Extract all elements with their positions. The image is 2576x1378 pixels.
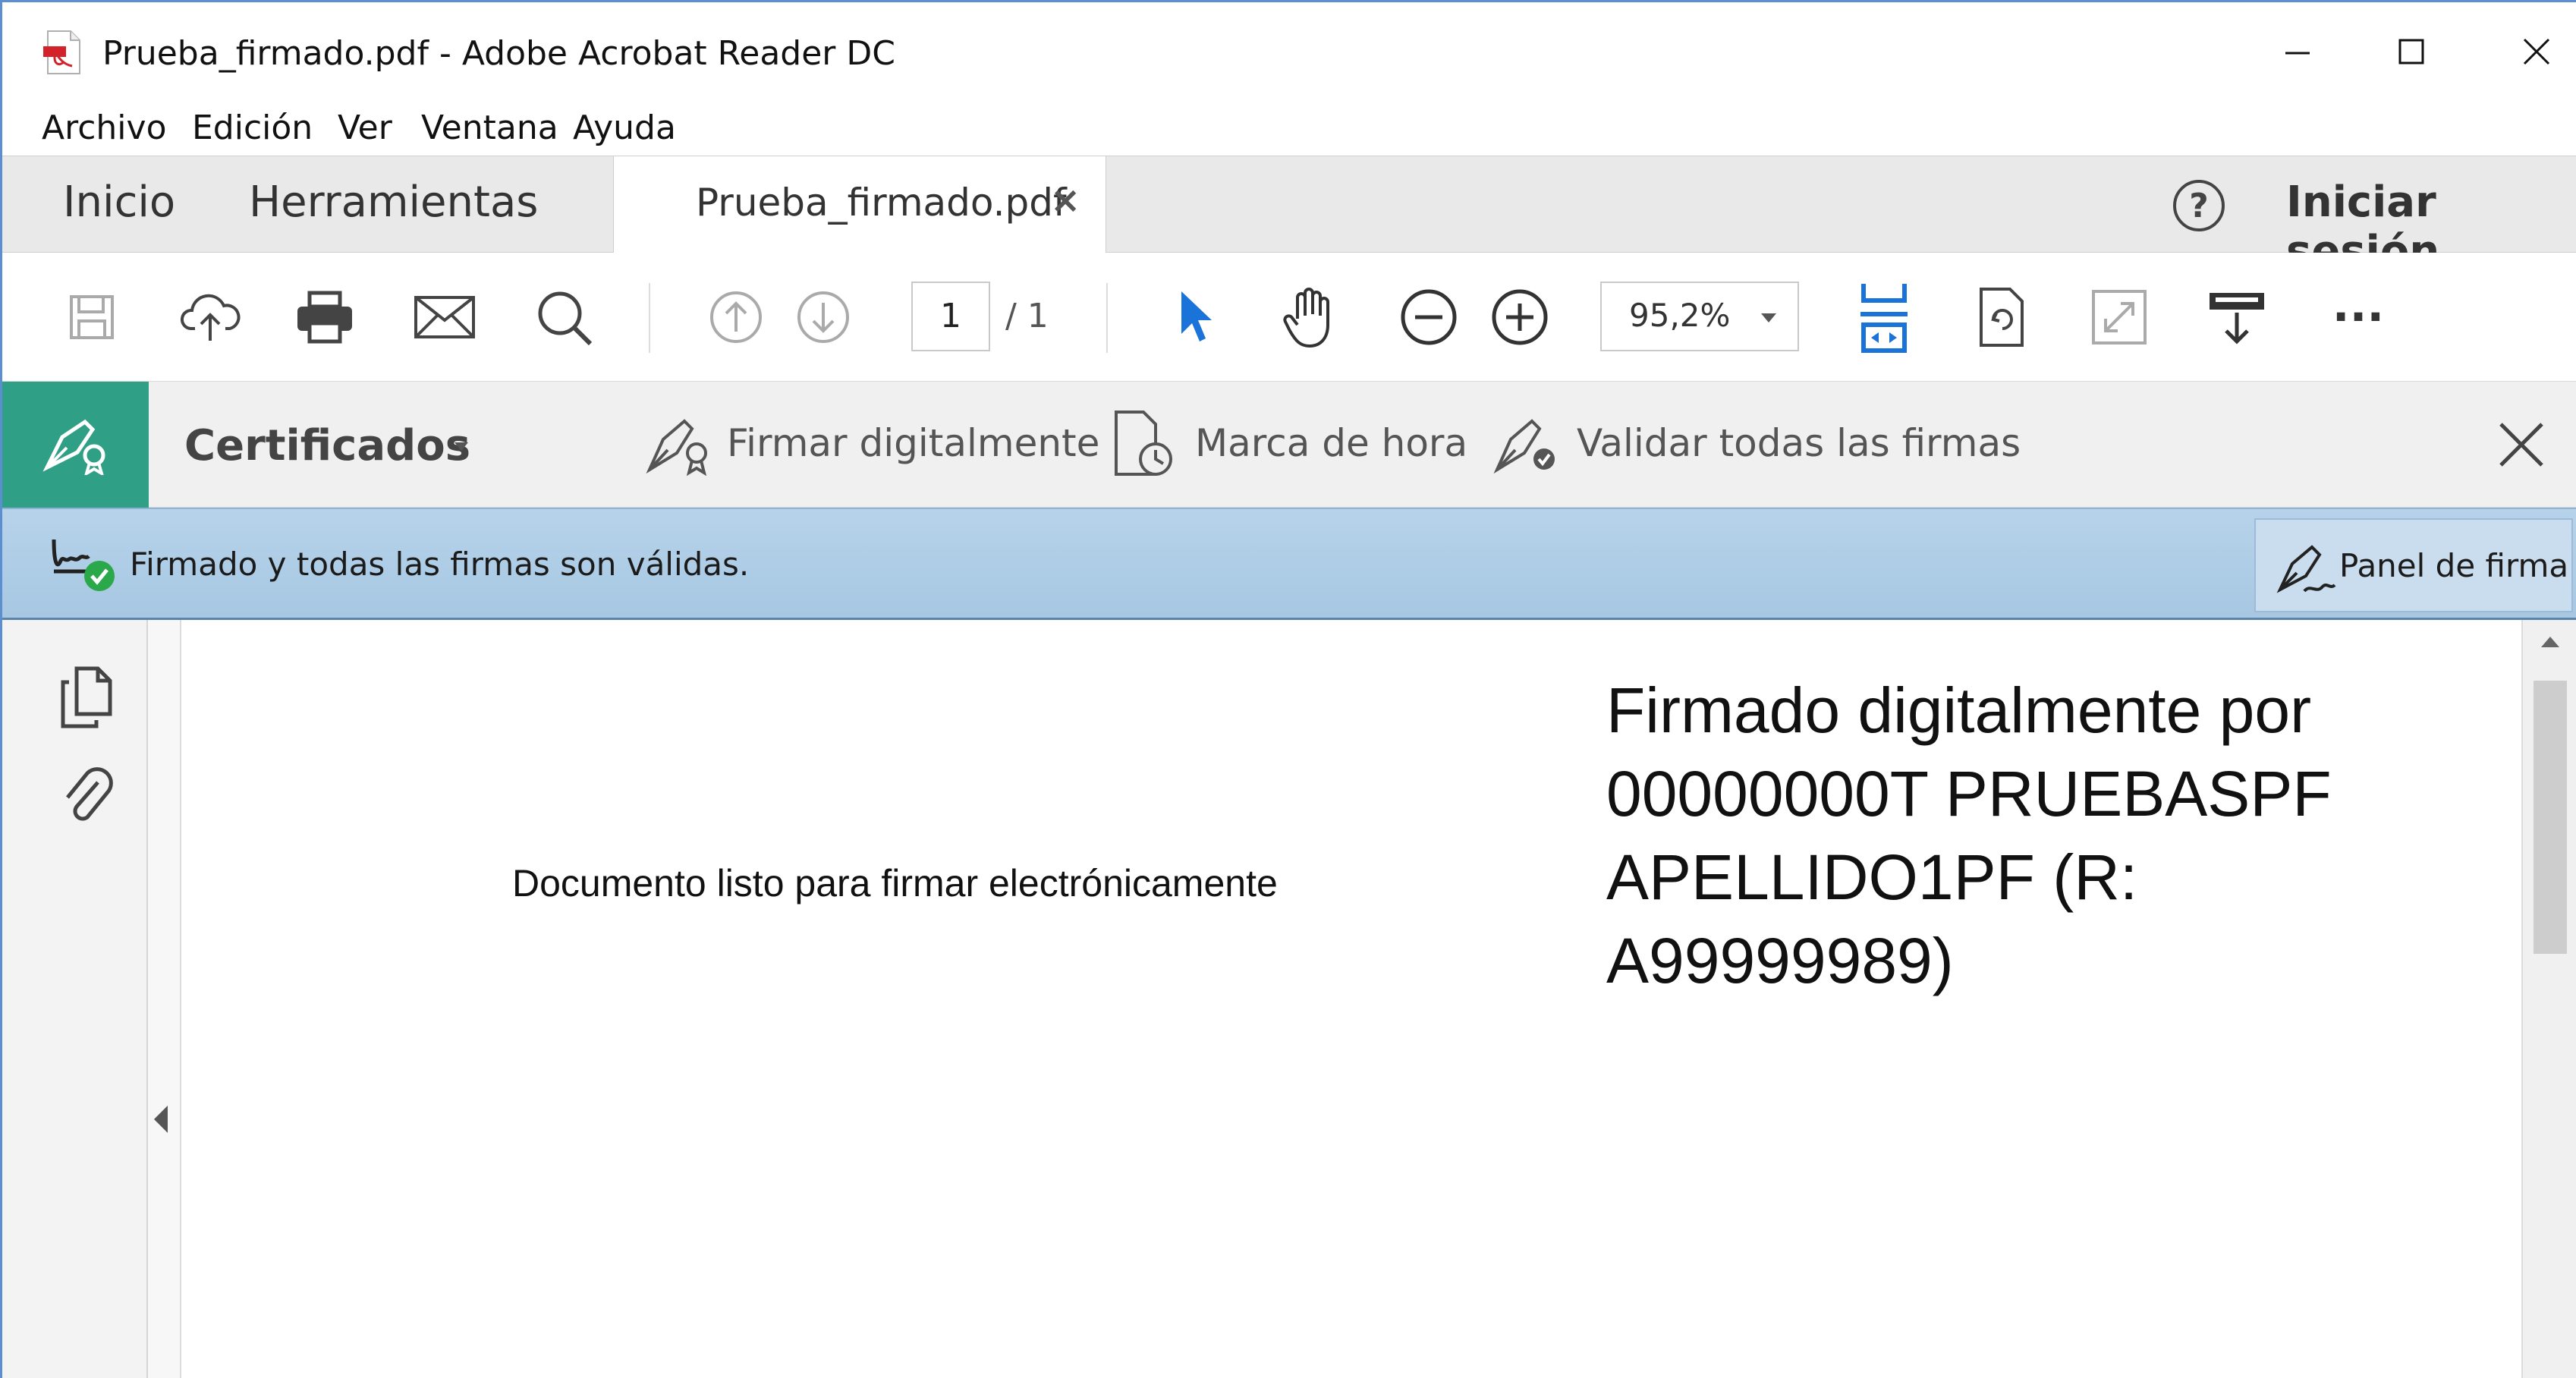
upload-button[interactable] — [177, 253, 245, 382]
signature-line: APELLIDO1PF (R: — [1606, 842, 2138, 913]
previous-page-icon — [710, 291, 762, 343]
close-window-button[interactable] — [2499, 25, 2574, 78]
certificate-pen-icon — [42, 419, 105, 475]
rotate-view-button[interactable] — [1967, 253, 2036, 382]
tab-document[interactable]: Prueba_firmado.pdf × — [613, 156, 1106, 253]
email-button[interactable] — [408, 253, 480, 382]
help-icon[interactable]: ? — [2171, 178, 2227, 234]
signature-status-bar: Firmado y todas las firmas son válidas. … — [2, 508, 2576, 620]
scrollbar-thumb[interactable] — [2534, 681, 2567, 954]
sign-digitally-button[interactable]: Firmar digitalmente — [727, 421, 1099, 465]
next-page-button[interactable] — [791, 253, 855, 382]
signature-panel-label: Panel de firma — [2339, 547, 2569, 584]
main-toolbar: 1 / 1 95,2% ··· — [2, 253, 2576, 382]
signature-panel-button[interactable]: Panel de firma — [2254, 518, 2573, 612]
tab-inicio[interactable]: Inicio — [63, 178, 175, 227]
window-title: Prueba_firmado.pdf - Adobe Acrobat Reade… — [102, 34, 895, 73]
tab-herramientas[interactable]: Herramientas — [249, 178, 538, 227]
full-screen-icon — [2092, 290, 2147, 344]
search-button[interactable] — [530, 253, 598, 382]
acrobat-window: Prueba_firmado.pdf - Adobe Acrobat Reade… — [0, 0, 2576, 1378]
page-number-input[interactable]: 1 — [911, 282, 990, 351]
fit-page-button[interactable] — [1850, 253, 1918, 382]
page-thumbnails-icon[interactable] — [58, 665, 116, 729]
save-button[interactable] — [61, 253, 122, 382]
read-mode-button[interactable] — [2203, 253, 2271, 382]
zoom-in-button[interactable] — [1486, 253, 1554, 382]
menu-ayuda[interactable]: Ayuda — [573, 109, 676, 147]
hand-tool-icon — [1283, 288, 1329, 348]
signature-line: 00000000T PRUEBASPF — [1606, 758, 2332, 829]
minimize-button[interactable] — [2260, 25, 2335, 78]
vertical-scrollbar[interactable] — [2521, 620, 2576, 1378]
signature-line: Firmado digitalmente por — [1606, 675, 2312, 746]
toolbar-separator — [1106, 283, 1108, 353]
select-tool-button[interactable] — [1167, 253, 1222, 382]
zoom-in-icon — [1492, 289, 1548, 345]
signature-valid-icon — [52, 539, 115, 591]
timestamp-button[interactable]: Marca de hora — [1195, 421, 1467, 465]
close-icon[interactable] — [2495, 418, 2548, 471]
minimize-icon — [2285, 52, 2310, 55]
fit-page-icon — [1860, 284, 1908, 353]
document-tab-close-button[interactable]: × — [1050, 179, 1080, 222]
print-icon — [297, 291, 352, 344]
signature-line: A99999989) — [1606, 925, 1954, 996]
sign-digitally-icon — [646, 419, 707, 477]
search-icon — [538, 291, 593, 346]
previous-page-button[interactable] — [704, 253, 768, 382]
menu-ver[interactable]: Ver — [338, 109, 392, 147]
certificates-toolbar: Certificados Firmar digitalmente Marca d… — [2, 382, 2576, 508]
tab-bar: Inicio Herramientas Prueba_firmado.pdf ×… — [2, 156, 2576, 276]
validate-all-signatures-button[interactable]: Validar todas las firmas — [1577, 421, 2021, 465]
certificates-tool-badge — [2, 382, 149, 508]
signature-status-text: Firmado y todas las firmas son válidas. — [130, 546, 750, 583]
save-icon — [70, 295, 114, 339]
panel-gutter — [148, 620, 181, 1378]
navigation-rail — [2, 620, 148, 1378]
signature-panel-icon — [2276, 545, 2336, 593]
zoom-out-button[interactable] — [1395, 253, 1463, 382]
more-tools-button[interactable]: ··· — [2320, 253, 2396, 382]
chevron-down-icon — [1761, 313, 1776, 322]
signature-stamp[interactable]: Firmado digitalmente por 00000000T PRUEB… — [1606, 669, 2441, 1002]
menu-archivo[interactable]: Archivo — [42, 109, 166, 147]
email-icon — [414, 296, 475, 338]
zoom-out-icon — [1401, 289, 1457, 345]
title-bar: Prueba_firmado.pdf - Adobe Acrobat Reade… — [2, 2, 2576, 101]
hand-tool-button[interactable] — [1277, 253, 1345, 382]
certificates-dropdown[interactable]: Certificados — [184, 421, 470, 470]
read-mode-icon — [2210, 293, 2264, 344]
maximize-button[interactable] — [2373, 25, 2449, 78]
menu-ventana[interactable]: Ventana — [421, 109, 558, 147]
toolbar-separator — [649, 283, 650, 353]
full-screen-button[interactable] — [2085, 253, 2153, 382]
pdf-page: Documento listo para firmar electrónicam… — [181, 620, 2522, 1378]
cloud-upload-icon — [181, 294, 241, 341]
timestamp-icon — [1115, 411, 1172, 476]
svg-text:?: ? — [2189, 187, 2209, 225]
menu-bar: Archivo Edición Ver Ventana Ayuda — [2, 101, 2576, 156]
next-page-icon — [797, 291, 849, 343]
rotate-icon — [1980, 288, 2024, 347]
zoom-level-select[interactable]: 95,2% — [1600, 282, 1799, 351]
document-area: Documento listo para firmar electrónicam… — [2, 620, 2576, 1378]
document-tab-label: Prueba_firmado.pdf — [696, 181, 1067, 225]
select-pointer-icon — [1181, 291, 1212, 341]
validate-signatures-icon — [1493, 419, 1555, 474]
print-button[interactable] — [291, 253, 359, 382]
more-icon: ··· — [2332, 291, 2385, 344]
zoom-level-value: 95,2% — [1629, 297, 1731, 334]
document-body-text: Documento listo para firmar electrónicam… — [512, 862, 1278, 905]
close-icon — [2523, 38, 2550, 65]
page-total: / 1 — [1005, 297, 1049, 335]
chevron-down-icon — [454, 442, 468, 451]
maximize-icon — [2398, 39, 2424, 64]
scroll-up-arrow-icon[interactable] — [2541, 637, 2559, 647]
attachments-paperclip-icon[interactable] — [58, 763, 116, 826]
pdf-file-icon — [43, 30, 80, 74]
collapse-panel-arrow-icon[interactable] — [154, 1106, 168, 1133]
menu-edicion[interactable]: Edición — [192, 109, 313, 147]
